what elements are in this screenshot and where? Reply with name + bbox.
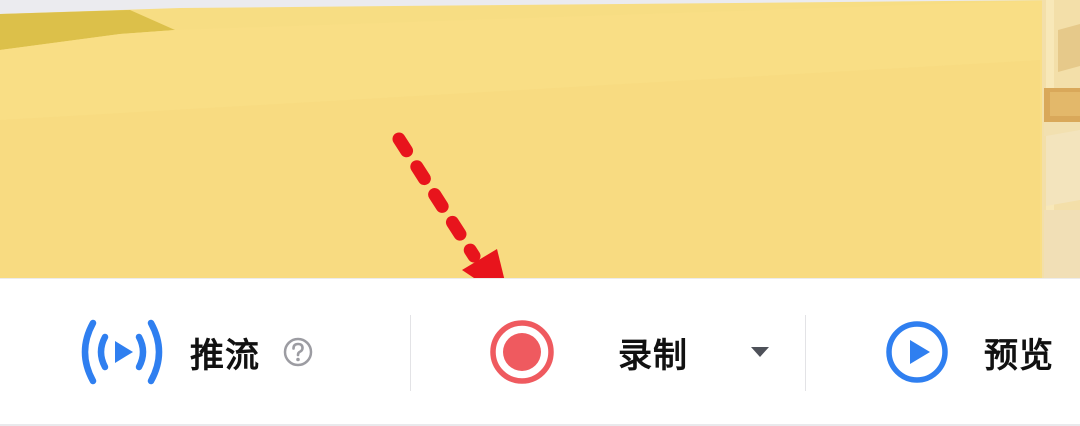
toolbar-divider bbox=[410, 315, 411, 391]
record-icon bbox=[488, 318, 556, 386]
preview-label: 预览 bbox=[984, 335, 1054, 376]
caret-down-icon[interactable] bbox=[750, 345, 770, 359]
question-circle-icon[interactable] bbox=[282, 336, 314, 368]
video-preview-area bbox=[0, 0, 1080, 278]
toolbar-divider bbox=[805, 315, 806, 391]
broadcast-icon bbox=[80, 317, 164, 387]
bottom-toolbar: 推流 录制 预览 bbox=[0, 278, 1080, 426]
preview-button[interactable]: 预览 bbox=[884, 279, 1054, 425]
push-stream-label: 推流 bbox=[190, 335, 260, 376]
push-stream-button[interactable]: 推流 bbox=[80, 279, 314, 425]
preview-background bbox=[0, 0, 1080, 278]
record-label: 录制 bbox=[618, 335, 688, 376]
play-circle-icon bbox=[884, 319, 950, 385]
record-button[interactable]: 录制 bbox=[488, 279, 770, 425]
